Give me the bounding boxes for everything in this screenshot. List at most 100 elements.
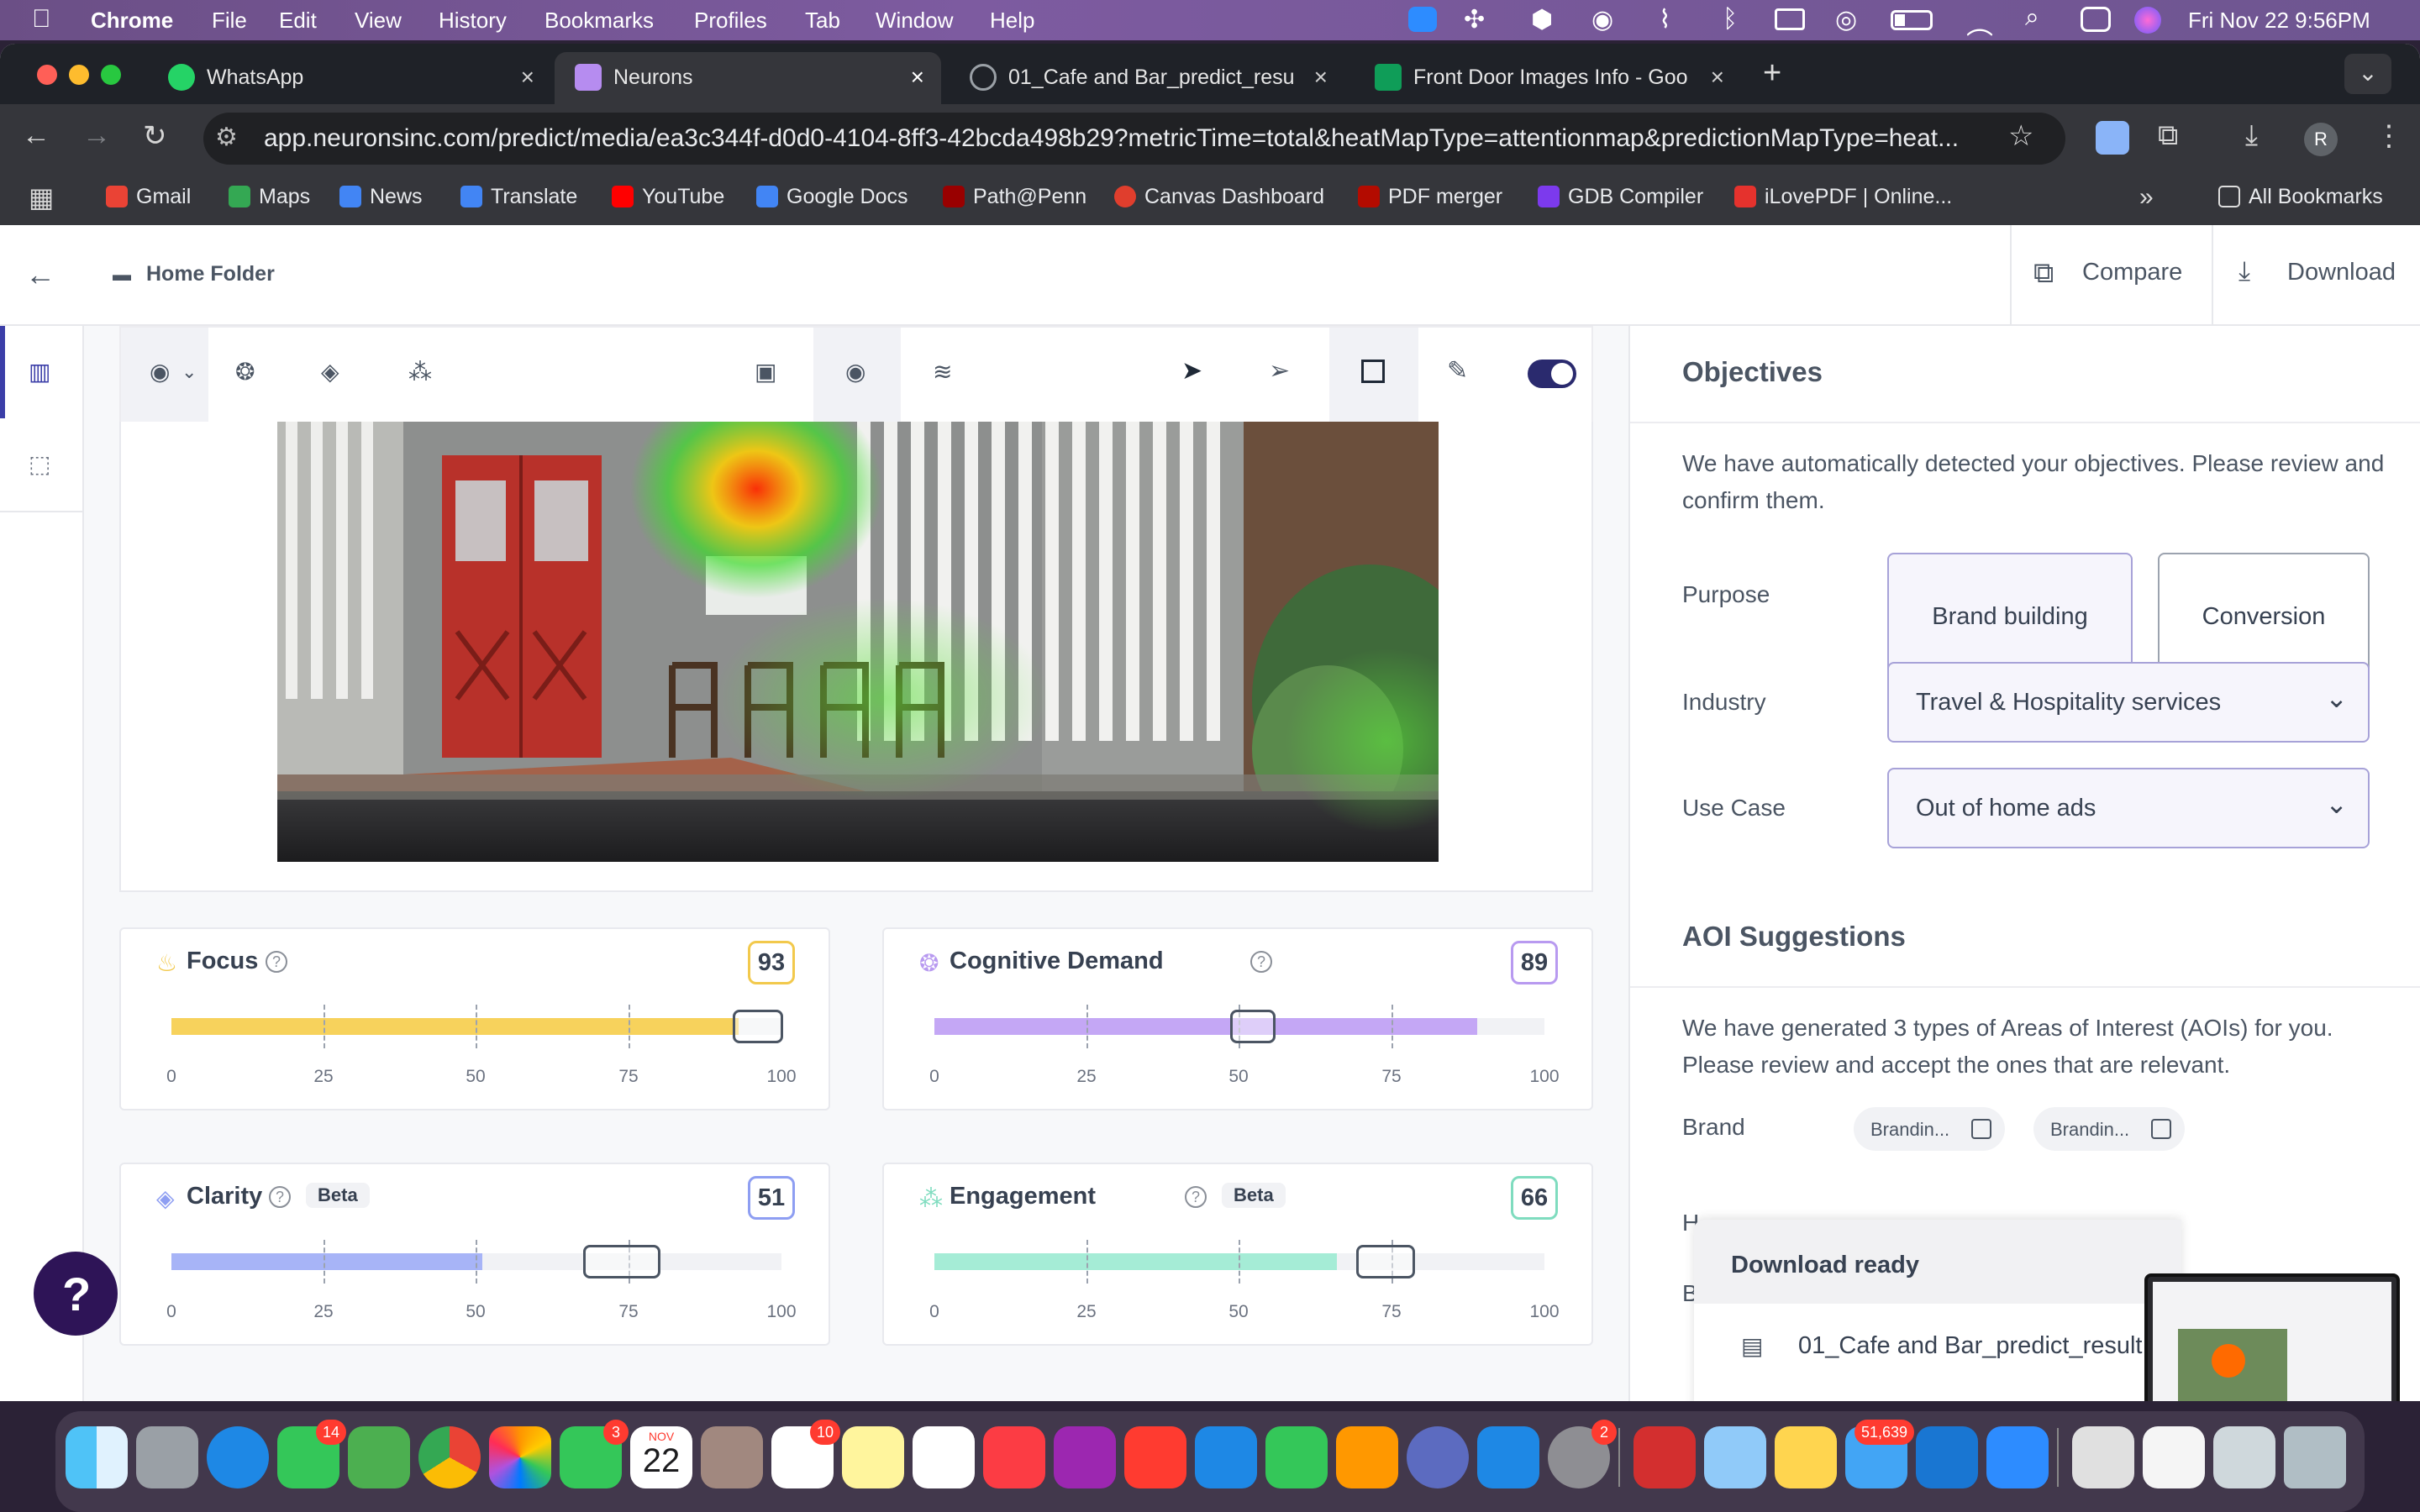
tab-close-icon[interactable]: × — [521, 64, 534, 91]
tab-close-icon[interactable]: × — [1711, 64, 1724, 91]
browser-menu-icon[interactable]: ⋮ — [2375, 119, 2403, 153]
bookmark-maps[interactable]: Maps — [229, 185, 310, 209]
bookmark-gdb-compiler[interactable]: GDB Compiler — [1538, 185, 1703, 209]
analytics-chart-icon[interactable]: ▥ — [29, 358, 50, 386]
facetime-icon[interactable]: 3 — [560, 1420, 629, 1488]
translate-page-icon[interactable] — [2096, 121, 2129, 155]
apple-menu-icon[interactable]:  — [32, 5, 51, 34]
tab-close-icon[interactable]: × — [1314, 64, 1328, 91]
wifi-icon[interactable]: ︵ — [1966, 3, 1993, 42]
menu-tab[interactable]: Tab — [805, 8, 840, 34]
finder-icon[interactable] — [66, 1426, 128, 1488]
address-bar[interactable]: ⚙ app.neuronsinc.com/predict/media/ea3c3… — [203, 113, 2065, 165]
r-app-icon[interactable] — [1407, 1426, 1469, 1488]
industry-select[interactable]: Travel & Hospitality services ⌄ — [1887, 662, 2370, 743]
mail-icon[interactable]: 51,639 — [1845, 1420, 1914, 1488]
downloads-icon[interactable]: ⤓ — [2245, 119, 2258, 152]
heatmap-toggle[interactable] — [1528, 360, 1576, 388]
help-icon[interactable]: ? — [1250, 951, 1272, 973]
benchmark-range[interactable] — [1356, 1245, 1415, 1278]
download-item[interactable]: ▤ 01_Cafe and Bar_predict_result — [1694, 1304, 2181, 1401]
brain-icon[interactable]: ❂ — [235, 358, 255, 386]
tab-whatsapp[interactable]: WhatsApp × — [148, 52, 551, 104]
podcasts-icon[interactable] — [1054, 1426, 1116, 1488]
screenshot-tool-icon[interactable] — [1704, 1426, 1766, 1488]
heatmap-view-button[interactable]: ◉ — [813, 328, 901, 422]
downloads-stack-icon[interactable] — [2213, 1426, 2275, 1488]
bookmark-ilovepdf[interactable]: iLovePDF | Online... — [1734, 185, 1952, 209]
benchmark-range[interactable] — [583, 1245, 660, 1278]
bookmark-youtube[interactable]: YouTube — [612, 185, 724, 209]
python-icon[interactable] — [1775, 1426, 1837, 1488]
calendar-icon[interactable]: NOV 22 — [630, 1426, 692, 1488]
launchpad-icon[interactable] — [136, 1426, 198, 1488]
apps-grid-icon[interactable]: ▦ — [29, 181, 54, 213]
acrobat-icon[interactable] — [1634, 1426, 1696, 1488]
help-icon[interactable]: ? — [266, 951, 287, 973]
bluetooth-icon[interactable]: ᛒ — [1723, 5, 1738, 34]
notes-icon[interactable] — [842, 1426, 904, 1488]
bookmark-star-icon[interactable]: ☆ — [2008, 119, 2033, 153]
site-info-icon[interactable]: ⚙ — [215, 123, 238, 152]
download-button[interactable]: Download — [2287, 259, 2396, 286]
tab-search-icon[interactable]: ⌄ — [2344, 54, 2391, 94]
control-center-icon[interactable] — [2081, 7, 2111, 32]
crop-aoi-icon[interactable]: ⬚ — [29, 450, 50, 478]
siri-icon[interactable] — [2134, 7, 2161, 34]
breadcrumb[interactable]: Home Folder — [146, 262, 275, 286]
aoi-checkbox[interactable] — [1971, 1119, 1991, 1139]
window-zoom-button[interactable] — [101, 65, 121, 85]
bookmark-google-docs[interactable]: Google Docs — [756, 185, 908, 209]
menu-edit[interactable]: Edit — [279, 8, 317, 34]
network-status-icon[interactable]: ✣ — [1464, 5, 1485, 34]
chrome-icon[interactable] — [418, 1426, 481, 1488]
news-icon[interactable] — [1124, 1426, 1186, 1488]
tab-front-door-sheet[interactable]: Front Door Images Info - Goo × — [1355, 52, 1741, 104]
menubar-clock[interactable]: Fri Nov 22 9:56PM — [2188, 8, 2370, 34]
help-icon[interactable]: ? — [269, 1186, 291, 1208]
pointer-outline-icon[interactable]: ➢ — [1269, 356, 1290, 386]
aoi-checkbox[interactable] — [2151, 1119, 2171, 1139]
bookmark-news[interactable]: News — [339, 185, 423, 209]
menu-bookmarks[interactable]: Bookmarks — [544, 8, 654, 34]
help-fab[interactable]: ? — [34, 1252, 118, 1336]
reminders-icon[interactable]: 10 — [771, 1420, 840, 1488]
bookmark-translate[interactable]: Translate — [460, 185, 577, 209]
all-bookmarks[interactable]: All Bookmarks — [2218, 185, 2383, 209]
clarity-diamond-icon[interactable]: ◈ — [321, 358, 339, 386]
app-store-icon[interactable] — [1477, 1426, 1539, 1488]
window-close-button[interactable] — [37, 65, 57, 85]
vpn-status-icon[interactable]: ⬢ — [1531, 5, 1553, 34]
more-bookmarks-icon[interactable]: » — [2139, 183, 2154, 212]
menu-help[interactable]: Help — [990, 8, 1034, 34]
aoi-chip[interactable]: Brandin... — [2033, 1107, 2185, 1151]
url-text[interactable]: app.neuronsinc.com/predict/media/ea3c344… — [264, 124, 1959, 153]
new-tab-icon[interactable]: + — [1763, 55, 1781, 92]
system-settings-icon[interactable]: 2 — [1548, 1420, 1617, 1488]
zoom-icon[interactable] — [1986, 1426, 2049, 1488]
app-menu[interactable]: Chrome — [91, 8, 173, 34]
bookmark-path-penn[interactable]: Path@Penn — [943, 185, 1086, 209]
window-minimize-button[interactable] — [69, 65, 89, 85]
rectangle-tool-button[interactable] — [1329, 328, 1418, 422]
menu-profiles[interactable]: Profiles — [694, 8, 767, 34]
battery-icon[interactable] — [1891, 10, 1933, 30]
heatmap-image[interactable] — [277, 422, 1439, 862]
reload-icon[interactable]: ↻ — [143, 119, 167, 153]
back-arrow-icon[interactable]: ← — [25, 257, 55, 292]
profile-avatar[interactable]: R — [2304, 123, 2338, 156]
pages-icon[interactable] — [1336, 1426, 1398, 1488]
pointer-filled-icon[interactable]: ➤ — [1181, 356, 1202, 386]
safari-icon[interactable] — [207, 1426, 269, 1488]
document-stack-icon[interactable] — [2072, 1426, 2134, 1488]
photos-icon[interactable] — [489, 1426, 551, 1488]
engagement-icon[interactable]: ⁂ — [408, 358, 432, 386]
menu-window[interactable]: Window — [876, 8, 953, 34]
tab-cafe-bar-result[interactable]: 01_Cafe and Bar_predict_resu × — [950, 52, 1344, 104]
compare-button[interactable]: Compare — [2082, 259, 2182, 286]
bookmark-pdf-merger[interactable]: PDF merger — [1358, 185, 1502, 209]
help-icon[interactable]: ? — [1185, 1186, 1207, 1208]
keynote-icon[interactable] — [1195, 1426, 1257, 1488]
spotlight-search-icon[interactable]: ⌕ — [2025, 3, 2039, 32]
menu-history[interactable]: History — [439, 8, 507, 34]
